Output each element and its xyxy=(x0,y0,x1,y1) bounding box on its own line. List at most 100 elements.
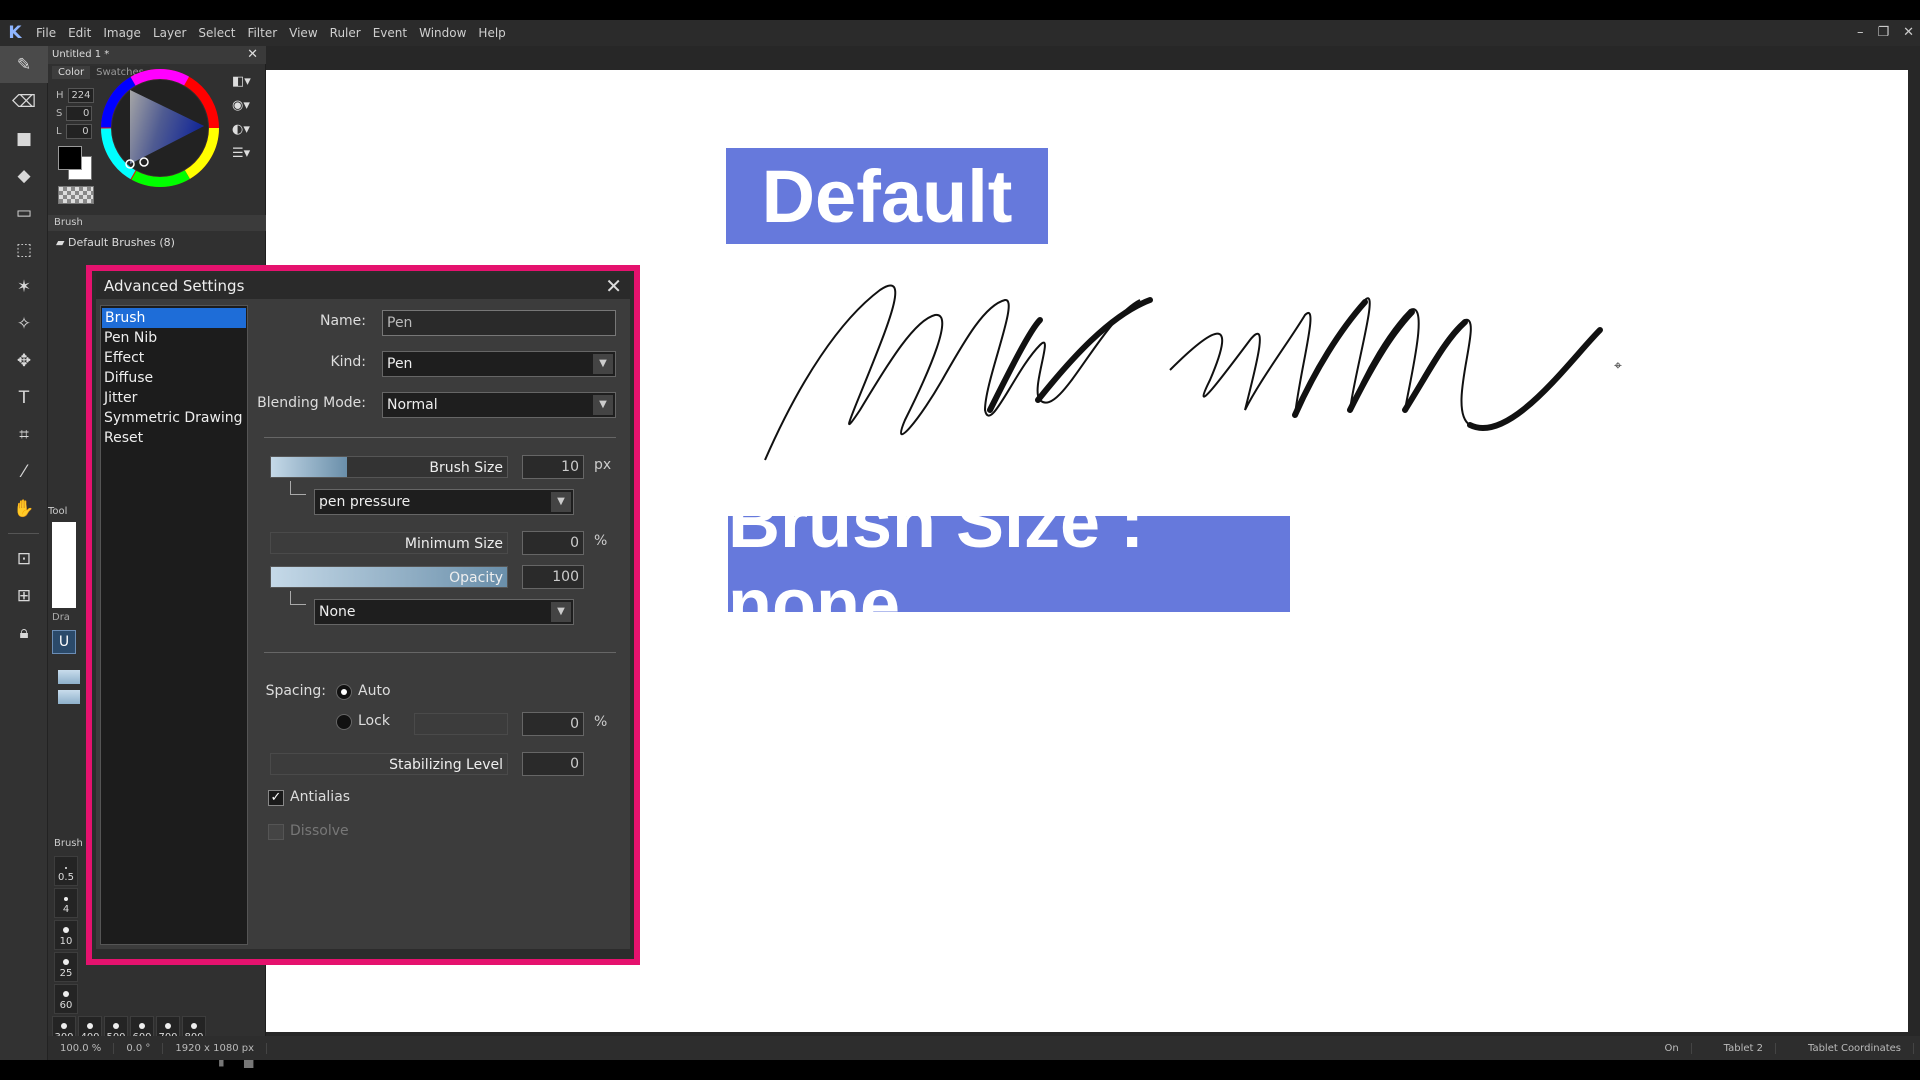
brush-size-slider[interactable]: Brush Size xyxy=(270,456,508,478)
antialias-checkbox[interactable]: ✓ xyxy=(268,790,284,806)
minimum-size-input[interactable]: 0 xyxy=(522,531,584,555)
brush-panel-header: Brush xyxy=(48,215,266,231)
text-tool-icon[interactable]: T xyxy=(0,379,48,416)
status-on: On xyxy=(1652,1042,1692,1054)
magic-wand-icon[interactable]: ✶ xyxy=(0,268,48,305)
menu-ruler[interactable]: Ruler xyxy=(324,20,367,46)
stabilizing-level-slider[interactable]: Stabilizing Level xyxy=(270,753,508,775)
tab-color[interactable]: Color xyxy=(52,66,91,79)
pen-tool-icon[interactable]: ✎ xyxy=(0,46,48,83)
spacing-auto-radio[interactable] xyxy=(336,684,352,700)
foreground-color-swatch[interactable] xyxy=(58,146,82,170)
menu-filter[interactable]: Filter xyxy=(241,20,283,46)
fill-tool-icon[interactable]: ◆ xyxy=(0,157,48,194)
kind-value: Pen xyxy=(387,356,413,372)
document-tab[interactable]: Untitled 1 * ✕ xyxy=(48,46,266,64)
close-document-icon[interactable]: ✕ xyxy=(247,46,258,64)
color-swap-button[interactable]: ◐▾ xyxy=(232,122,260,140)
brush-size-preset[interactable]: 60 xyxy=(54,984,78,1014)
eyedropper-icon[interactable]: ⁄ xyxy=(0,453,48,490)
menu-edit[interactable]: Edit xyxy=(62,20,97,46)
lightness-input[interactable]: 0 xyxy=(65,124,92,139)
brush-size-slider-fill xyxy=(271,457,347,477)
crop-tool-icon[interactable]: ⌗ xyxy=(0,416,48,453)
move-tool-icon[interactable]: ✥ xyxy=(0,342,48,379)
restore-icon[interactable]: ❐ xyxy=(1877,20,1889,46)
close-icon[interactable]: ✕ xyxy=(605,273,622,299)
menu-view[interactable]: View xyxy=(283,20,323,46)
saturation-input[interactable]: 0 xyxy=(66,106,93,121)
brush-option-bar[interactable] xyxy=(58,670,80,684)
brush-size-preset[interactable]: 10 xyxy=(54,920,78,950)
stroke-thin-left xyxy=(764,284,1141,461)
antialias-label: Antialias xyxy=(290,789,351,805)
hue-input[interactable]: 224 xyxy=(67,88,94,103)
kind-select[interactable]: Pen ▼ xyxy=(382,351,616,377)
select-tool-icon[interactable]: ⬚ xyxy=(0,231,48,268)
category-reset[interactable]: Reset xyxy=(101,428,247,448)
brush-folder-item[interactable]: ▰ Default Brushes (8) xyxy=(56,236,175,249)
brush-size-column: 0.5 4 10 25 60 xyxy=(54,856,78,1014)
opacity-slider[interactable]: Opacity xyxy=(270,566,508,588)
name-input[interactable]: Pen xyxy=(382,310,616,336)
brush-size-pressure-select[interactable]: pen pressure ▼ xyxy=(314,489,574,515)
rectangle-tool-icon[interactable]: ■ xyxy=(0,120,48,157)
category-brush[interactable]: Brush xyxy=(102,308,246,328)
zoom-readout[interactable]: 100.0 % xyxy=(48,1042,115,1054)
menu-window[interactable]: Window xyxy=(413,20,472,46)
draw-label: Dra xyxy=(52,612,70,623)
opacity-source-select[interactable]: None ▼ xyxy=(314,599,574,625)
brush-size-preset[interactable]: 4 xyxy=(54,888,78,918)
category-pen-nib[interactable]: Pen Nib xyxy=(101,328,247,348)
category-symmetric-drawing[interactable]: Symmetric Drawing xyxy=(101,408,247,428)
hand-lock-icon[interactable]: ⊞ xyxy=(0,577,48,614)
tool-bar: ✎ ⌫ ■ ◆ ▭ ⬚ ✶ ✧ ✥ T ⌗ ⁄ ✋ ⊡ ⊞ 🔒︎ xyxy=(0,46,48,1060)
blending-mode-value: Normal xyxy=(387,397,438,413)
brush-size-preset[interactable]: 25 xyxy=(54,952,78,982)
brush-option-bar[interactable] xyxy=(58,690,80,704)
transparent-color-swatch[interactable] xyxy=(58,186,94,204)
menu-file[interactable]: File xyxy=(30,20,62,46)
gradient-tool-icon[interactable]: ▭ xyxy=(0,194,48,231)
stroke-thick-right xyxy=(1292,299,1603,431)
minimize-icon[interactable]: – xyxy=(1857,20,1864,46)
spacing-slider[interactable] xyxy=(414,713,508,735)
kind-label: Kind: xyxy=(330,354,366,370)
lock-icon[interactable]: 🔒︎ xyxy=(0,614,48,651)
category-effect[interactable]: Effect xyxy=(101,348,247,368)
dissolve-checkbox[interactable] xyxy=(268,824,284,840)
hand-tool-icon[interactable]: ✋ xyxy=(0,490,48,527)
lightness-label: L xyxy=(56,126,62,137)
tool-panel-title: Tool xyxy=(48,506,68,517)
category-jitter[interactable]: Jitter xyxy=(101,388,247,408)
divider xyxy=(264,652,616,653)
menu-help[interactable]: Help xyxy=(472,20,511,46)
eraser-tool-icon[interactable]: ⌫ xyxy=(0,83,48,120)
close-icon[interactable]: ✕ xyxy=(1903,20,1914,46)
spacing-input[interactable]: 0 xyxy=(522,712,584,736)
color-picker-mode-button[interactable]: ◉▾ xyxy=(232,98,260,116)
draw-mode-icon[interactable]: ᑌ xyxy=(52,630,76,654)
menu-event[interactable]: Event xyxy=(367,20,413,46)
stabilizing-level-input[interactable]: 0 xyxy=(522,752,584,776)
dialog-title-bar[interactable]: Advanced Settings ✕ xyxy=(96,273,630,299)
category-diffuse[interactable]: Diffuse xyxy=(101,368,247,388)
menu-image[interactable]: Image xyxy=(97,20,147,46)
select-pen-icon[interactable]: ✧ xyxy=(0,305,48,342)
spacing-lock-radio[interactable] xyxy=(336,714,352,730)
brush-size-preset[interactable]: 0.5 xyxy=(54,856,78,886)
brush-size-unit: px xyxy=(594,457,612,473)
blending-mode-select[interactable]: Normal ▼ xyxy=(382,392,616,418)
opacity-input[interactable]: 100 xyxy=(522,565,584,589)
color-menu-button[interactable]: ☰▾ xyxy=(232,146,260,164)
angle-readout[interactable]: 0.0 ° xyxy=(114,1042,164,1054)
color-mode-button[interactable]: ◧▾ xyxy=(232,74,260,92)
minimum-size-slider[interactable]: Minimum Size xyxy=(270,532,508,554)
banner-default: Default xyxy=(726,148,1048,244)
color-wheel[interactable] xyxy=(100,68,220,188)
brush-size-input[interactable]: 10 xyxy=(522,455,584,479)
menu-select[interactable]: Select xyxy=(192,20,241,46)
pressure-value: pen pressure xyxy=(319,494,411,510)
menu-layer[interactable]: Layer xyxy=(147,20,192,46)
snap-icon[interactable]: ⊡ xyxy=(0,540,48,577)
